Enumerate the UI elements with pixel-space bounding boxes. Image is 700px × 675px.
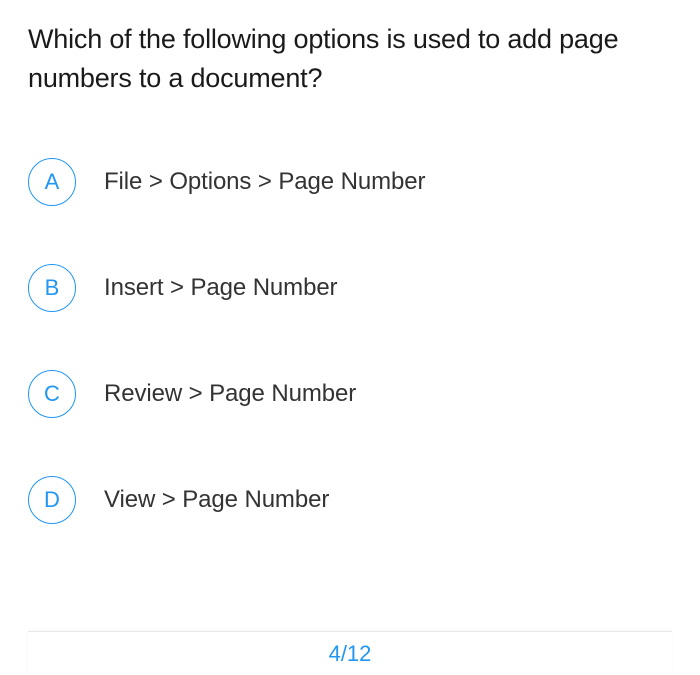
progress-text: 4/12 — [329, 641, 372, 667]
option-text-a: File > Options > Page Number — [104, 168, 425, 196]
option-c[interactable]: C Review > Page Number — [28, 370, 672, 418]
option-d[interactable]: D View > Page Number — [28, 476, 672, 524]
option-letter-a: A — [28, 158, 76, 206]
option-a[interactable]: A File > Options > Page Number — [28, 158, 672, 206]
progress-bar: 4/12 — [28, 631, 672, 675]
option-b[interactable]: B Insert > Page Number — [28, 264, 672, 312]
quiz-container: Which of the following options is used t… — [0, 0, 700, 524]
option-letter-d: D — [28, 476, 76, 524]
question-text: Which of the following options is used t… — [28, 20, 672, 98]
option-text-d: View > Page Number — [104, 486, 329, 514]
option-text-c: Review > Page Number — [104, 380, 356, 408]
option-letter-b: B — [28, 264, 76, 312]
option-letter-c: C — [28, 370, 76, 418]
option-text-b: Insert > Page Number — [104, 274, 337, 302]
